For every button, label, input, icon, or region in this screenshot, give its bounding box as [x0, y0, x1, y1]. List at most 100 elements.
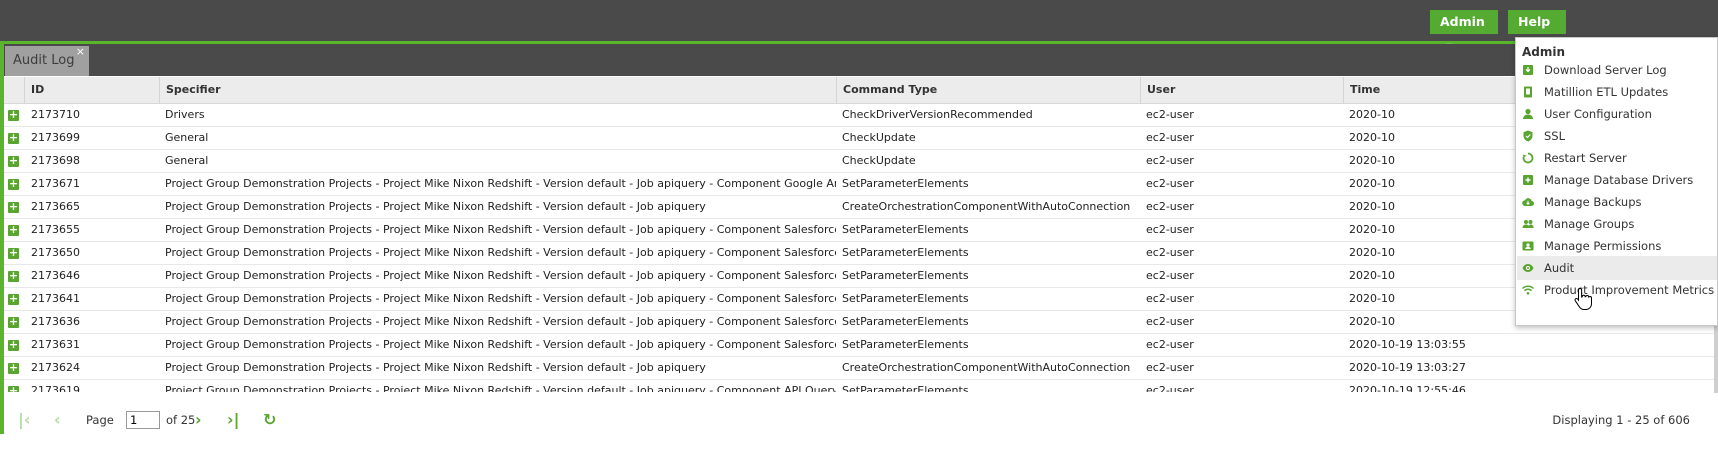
column-header-specifier[interactable]: Specifier — [159, 77, 836, 103]
last-page-icon[interactable]: ›| — [227, 412, 239, 428]
help-menu-button[interactable]: Help▼ — [1508, 10, 1566, 51]
cell-command-type: SetParameterElements — [842, 246, 969, 259]
expand-row-icon[interactable]: + — [8, 362, 19, 374]
cell-user: ec2-user — [1146, 131, 1194, 144]
cell-command-type: SetParameterElements — [842, 315, 969, 328]
admin-menu-button[interactable]: Admin▼ — [1430, 10, 1498, 51]
expand-row-icon[interactable]: + — [8, 247, 19, 259]
expand-row-icon[interactable]: + — [8, 201, 19, 213]
update-icon — [1524, 86, 1532, 98]
cell-id: 2173698 — [31, 154, 80, 167]
cell-specifier: Project Group Demonstration Projects - P… — [165, 361, 706, 374]
expand-row-icon[interactable]: + — [8, 385, 19, 392]
cell-user: ec2-user — [1146, 246, 1194, 259]
table-row[interactable]: + 2173646 Project Group Demonstration Pr… — [4, 265, 1714, 288]
table-row[interactable]: + 2173636 Project Group Demonstration Pr… — [4, 311, 1714, 334]
cell-command-type: CreateOrchestrationComponentWithAutoConn… — [842, 200, 1131, 213]
restart-icon — [1522, 152, 1534, 164]
cell-user: ec2-user — [1146, 315, 1194, 328]
cell-user: ec2-user — [1146, 338, 1194, 351]
table-row[interactable]: + 2173655 Project Group Demonstration Pr… — [4, 219, 1714, 242]
expand-row-icon[interactable]: + — [8, 339, 19, 351]
display-count: Displaying 1 - 25 of 606 — [1552, 413, 1690, 427]
expand-row-icon[interactable]: + — [8, 178, 19, 190]
cell-time: 2020-10-19 13:03:27 — [1349, 361, 1466, 374]
tab-label: Audit Log — [13, 53, 75, 68]
cell-id: 2173636 — [31, 315, 80, 328]
menu-item-download-server-log[interactable]: Download Server Log — [1517, 58, 1717, 82]
tab-audit-log[interactable]: Audit Log × — [5, 45, 89, 76]
table-row[interactable]: + 2173631 Project Group Demonstration Pr… — [4, 334, 1714, 357]
table-row[interactable]: + 2173641 Project Group Demonstration Pr… — [4, 288, 1714, 311]
column-header-id[interactable]: ID — [24, 77, 159, 103]
expand-row-icon[interactable]: + — [8, 224, 19, 236]
expand-row-icon[interactable]: + — [8, 132, 19, 144]
menu-item-manage-groups[interactable]: Manage Groups — [1517, 212, 1717, 236]
table-row[interactable]: + 2173624 Project Group Demonstration Pr… — [4, 357, 1714, 380]
expand-row-icon[interactable]: + — [8, 270, 19, 282]
table-row[interactable]: + 2173710 Drivers CheckDriverVersionReco… — [4, 104, 1714, 127]
table-row[interactable]: + 2173665 Project Group Demonstration Pr… — [4, 196, 1714, 219]
menu-item-user-configuration[interactable]: User Configuration — [1517, 102, 1717, 126]
cell-command-type: SetParameterElements — [842, 177, 969, 190]
table-row[interactable]: + 2173698 General CheckUpdate ec2-user 2… — [4, 150, 1714, 173]
column-header-command-type[interactable]: Command Type — [836, 77, 1140, 103]
cell-user: ec2-user — [1146, 361, 1194, 374]
table-row[interactable]: + 2173650 Project Group Demonstration Pr… — [4, 242, 1714, 265]
menu-item-manage-backups[interactable]: Manage Backups — [1517, 190, 1717, 214]
cell-command-type: SetParameterElements — [842, 338, 969, 351]
menu-item-restart-server[interactable]: Restart Server — [1517, 146, 1717, 170]
cell-id: 2173665 — [31, 200, 80, 213]
cell-specifier: Project Group Demonstration Projects - P… — [165, 269, 836, 282]
expand-row-icon[interactable]: + — [8, 109, 19, 121]
group-icon — [1522, 220, 1534, 228]
cell-command-type: CreateOrchestrationComponentWithAutoConn… — [842, 361, 1131, 374]
cell-user: ec2-user — [1146, 223, 1194, 236]
permissions-icon — [1522, 241, 1534, 251]
cell-user: ec2-user — [1146, 154, 1194, 167]
cell-id: 2173671 — [31, 177, 80, 190]
expand-row-icon[interactable]: + — [8, 316, 19, 328]
table-row[interactable]: + 2173671 Project Group Demonstration Pr… — [4, 173, 1714, 196]
eye-icon — [1522, 264, 1534, 272]
menu-item-product-improvement-metrics[interactable]: Product Improvement Metrics — [1517, 278, 1717, 302]
admin-menu-label: Admin — [1440, 14, 1485, 29]
cloud-backup-icon — [1522, 198, 1534, 206]
tab-strip: Audit Log × — [0, 44, 1718, 76]
next-page-icon[interactable]: › — [195, 412, 202, 428]
table-row[interactable]: + 2173619 Project Group Demonstration Pr… — [4, 380, 1714, 392]
cell-id: 2173619 — [31, 384, 80, 392]
hand-cursor-icon — [1574, 287, 1592, 310]
cell-command-type: CheckUpdate — [842, 131, 916, 144]
refresh-icon[interactable]: ↻ — [263, 412, 276, 428]
cell-specifier: Project Group Demonstration Projects - P… — [165, 338, 836, 351]
expand-row-icon[interactable]: + — [8, 293, 19, 305]
page-number-input[interactable] — [126, 411, 160, 429]
page-label: Page — [86, 413, 114, 427]
first-page-icon[interactable]: |‹ — [18, 412, 30, 428]
help-menu-label: Help — [1518, 14, 1551, 29]
cell-specifier: General — [165, 154, 209, 167]
menu-item-matillion-etl-updates[interactable]: Matillion ETL Updates — [1517, 80, 1717, 104]
cell-specifier: Project Group Demonstration Projects - P… — [165, 177, 836, 190]
cell-command-type: CheckDriverVersionRecommended — [842, 108, 1033, 121]
cell-specifier: Project Group Demonstration Projects - P… — [165, 315, 836, 328]
expand-row-icon[interactable]: + — [8, 155, 19, 167]
menu-item-manage-permissions[interactable]: Manage Permissions — [1517, 234, 1717, 258]
pagination-bar: |‹ ‹ Page of 25 › ›| ↻ Displaying 1 - 25… — [4, 404, 1714, 434]
cell-id: 2173624 — [31, 361, 80, 374]
cell-id: 2173710 — [31, 108, 80, 121]
close-icon[interactable]: × — [76, 37, 85, 67]
table-row[interactable]: + 2173699 General CheckUpdate ec2-user 2… — [4, 127, 1714, 150]
cell-specifier: Drivers — [165, 108, 205, 121]
column-header-user[interactable]: User — [1140, 77, 1343, 103]
wifi-icon — [1522, 285, 1534, 295]
cell-specifier: Project Group Demonstration Projects - P… — [165, 384, 836, 392]
cell-user: ec2-user — [1146, 269, 1194, 282]
cell-command-type: SetParameterElements — [842, 223, 969, 236]
menu-item-audit[interactable]: Audit — [1517, 256, 1717, 280]
menu-item-ssl[interactable]: SSL — [1517, 124, 1717, 148]
user-icon — [1523, 108, 1533, 119]
previous-page-icon[interactable]: ‹ — [54, 412, 61, 428]
menu-item-manage-database-drivers[interactable]: Manage Database Drivers — [1517, 168, 1717, 192]
